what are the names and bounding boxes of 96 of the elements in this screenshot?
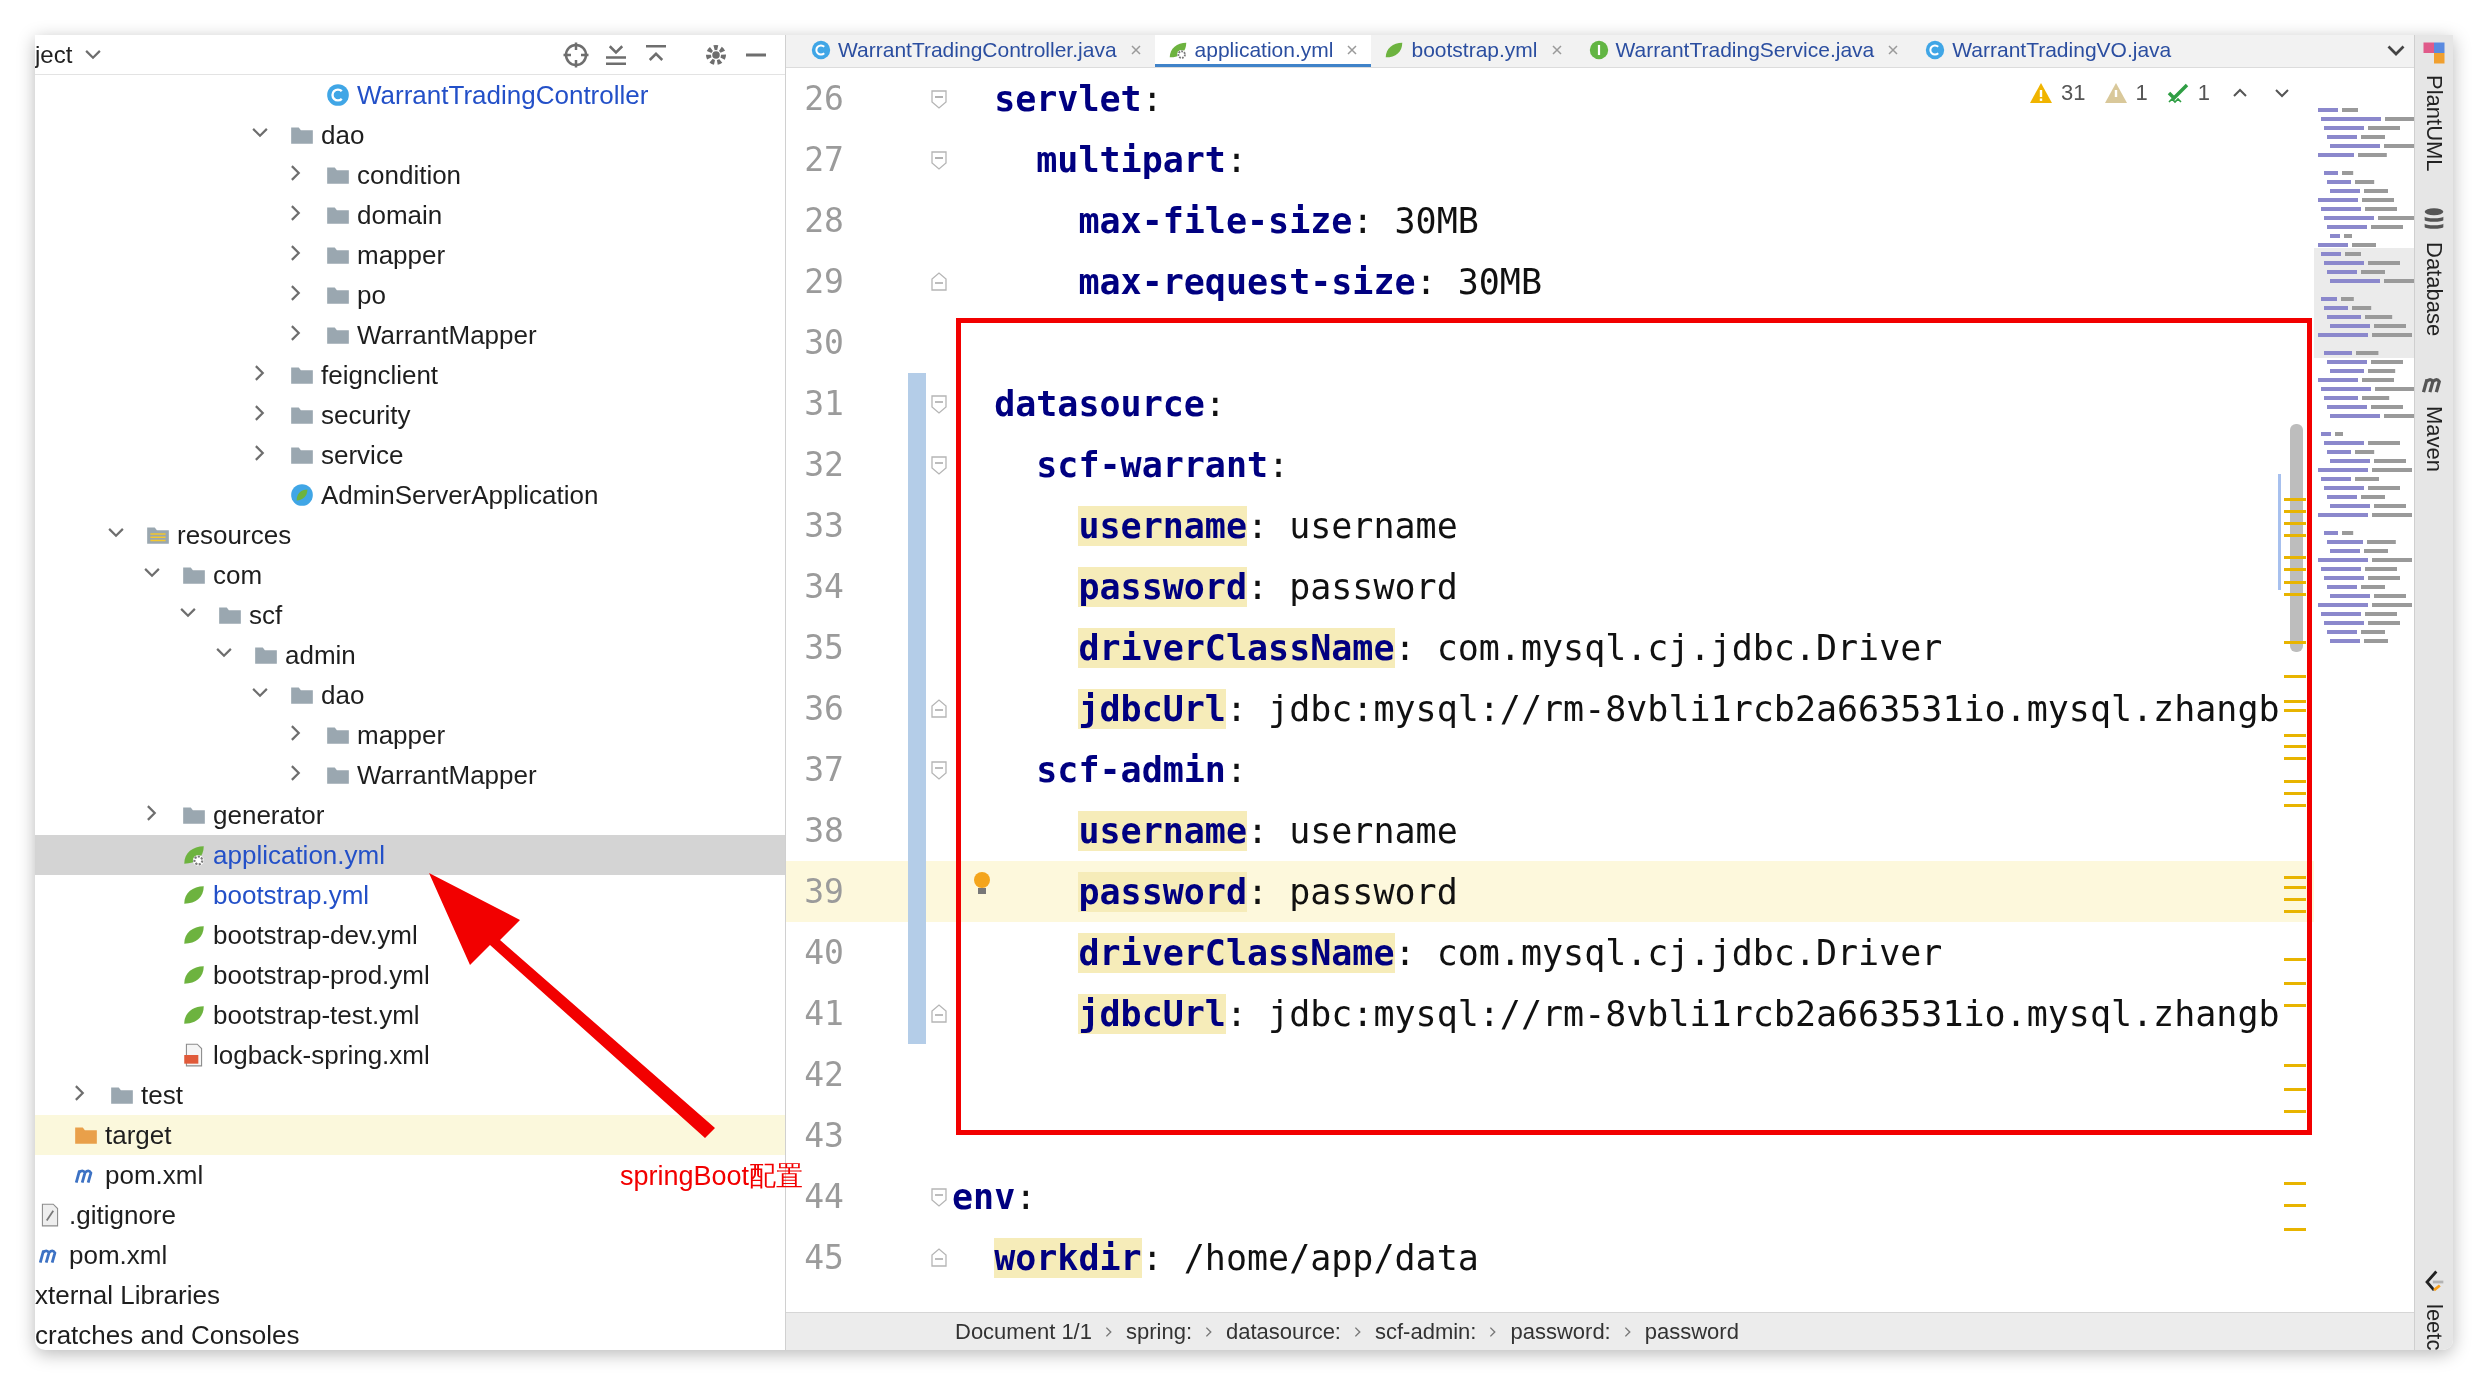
line-number: 28	[803, 201, 845, 240]
line-number: 44	[803, 1177, 845, 1216]
code-line: servlet:	[994, 78, 1163, 119]
tree-item[interactable]: condition	[35, 155, 470, 195]
weak-warning-count: 1	[2135, 80, 2148, 106]
code-line: jdbcUrl: jdbc:mysql://rm-8vbli1rcb2a663531io.mysql.zhangb	[1078, 993, 2280, 1034]
class-icon	[810, 38, 832, 61]
tree-item[interactable]: AdminServerApplication	[35, 475, 607, 515]
line-number: 38	[803, 811, 845, 850]
tree-item[interactable]: application.yml	[35, 835, 785, 875]
code-line: scf-warrant:	[1036, 444, 1290, 485]
tree-item[interactable]: mapper	[35, 715, 454, 755]
line-number: 43	[803, 1116, 845, 1155]
breadcrumb[interactable]: datasource:	[1226, 1318, 1341, 1345]
code-line: driverClassName: com.mysql.cj.jdbc.Driver	[1078, 627, 1943, 668]
tool-window-button[interactable]: Database	[2421, 241, 2447, 336]
code-line: scf-admin:	[1036, 749, 1247, 790]
tree-item[interactable]: security	[35, 395, 419, 435]
breadcrumb[interactable]: password	[1644, 1318, 1739, 1345]
tree-item[interactable]: bootstrap.yml	[35, 875, 378, 915]
line-number: 41	[803, 994, 845, 1033]
app-icon	[289, 482, 315, 508]
tree-item[interactable]: test	[35, 1075, 191, 1115]
tree-item[interactable]: pom.xml	[35, 1155, 212, 1195]
tree-item[interactable]: domain	[35, 195, 451, 235]
line-number: 39	[803, 872, 845, 911]
tree-item[interactable]: feignclient	[35, 355, 447, 395]
tree-item[interactable]: WarrantMapper	[35, 755, 545, 795]
tree-item[interactable]: xternal Libraries	[35, 1275, 228, 1315]
tree-item[interactable]: po	[35, 275, 394, 315]
tree-item[interactable]: scf	[35, 595, 291, 635]
tree-item[interactable]: com	[35, 555, 271, 595]
code-line: password: password	[1078, 871, 1458, 912]
tree-item[interactable]: pom.xml	[35, 1235, 176, 1275]
tree-item[interactable]: WarrantTradingController	[35, 75, 657, 115]
code-line: password: password	[1078, 566, 1458, 607]
line-number: 29	[803, 262, 845, 301]
tree-item[interactable]: bootstrap-prod.yml	[35, 955, 438, 995]
class-icon	[325, 82, 351, 108]
tool-window-button[interactable]: PlantUML	[2421, 75, 2447, 172]
tree-item[interactable]: cratches and Consoles	[35, 1315, 308, 1350]
tree-item[interactable]: target	[35, 1115, 785, 1155]
tree-item[interactable]: bootstrap-test.yml	[35, 995, 428, 1035]
breadcrumb[interactable]: password:	[1510, 1318, 1611, 1345]
editor-tab[interactable]: bootstrap.yml	[1371, 35, 1576, 67]
editor-tab[interactable]: WarrantTradingController.java	[798, 35, 1155, 67]
line-number: 37	[803, 750, 845, 789]
code-line: username: username	[1078, 505, 1458, 546]
tool-window-button[interactable]: leetc	[2421, 1303, 2447, 1350]
typo-count: 1	[2197, 80, 2210, 106]
line-number: 26	[803, 79, 845, 118]
line-number: 31	[803, 384, 845, 423]
line-number: 35	[803, 628, 845, 667]
line-number: 45	[803, 1238, 845, 1277]
tree-item[interactable]: .gitignore	[35, 1195, 184, 1235]
code-line: driverClassName: com.mysql.cj.jdbc.Driver	[1078, 932, 1943, 973]
editor-tab[interactable]: WarrantTradingService.java	[1575, 35, 1913, 67]
line-number: 30	[803, 323, 845, 362]
breadcrumb[interactable]: spring:	[1125, 1318, 1192, 1345]
panel-title[interactable]: ject	[35, 40, 73, 69]
line-number: 40	[803, 933, 845, 972]
tree-item[interactable]: mapper	[35, 235, 454, 275]
line-number: 34	[803, 567, 845, 606]
tree-item[interactable]: generator	[35, 795, 333, 835]
warning-count: 31	[2061, 80, 2086, 106]
tree-item[interactable]: resources	[35, 515, 300, 555]
tree-item[interactable]: dao	[35, 675, 373, 715]
interface-icon	[1587, 38, 1610, 61]
code-line: username: username	[1078, 810, 1458, 851]
tree-item[interactable]: dao	[35, 115, 373, 155]
code-line: max-file-size: 30MB	[1078, 200, 1479, 241]
line-number: 33	[803, 506, 845, 545]
code-line: env:	[952, 1176, 1037, 1217]
tree-item[interactable]: WarrantMapper	[35, 315, 545, 355]
code-line: workdir: /home/app/data	[994, 1237, 1479, 1278]
tree-item[interactable]: logback-spring.xml	[35, 1035, 438, 1075]
tree-item[interactable]: bootstrap-dev.yml	[35, 915, 426, 955]
status-text: Document 1/1	[955, 1318, 1092, 1345]
editor-tab[interactable]: WarrantTradingVO.java	[1912, 35, 2184, 67]
code-line: multipart:	[1036, 139, 1247, 180]
close-icon[interactable]	[1345, 42, 1360, 57]
code-line: jdbcUrl: jdbc:mysql://rm-8vbli1rcb2a663531io.mysql.zhangb	[1078, 688, 2280, 729]
code-line: max-request-size: 30MB	[1078, 261, 1542, 302]
tool-window-button[interactable]: Maven	[2421, 405, 2447, 472]
breadcrumb[interactable]: scf-admin:	[1375, 1318, 1477, 1345]
check-icon[interactable]	[2165, 81, 2190, 105]
line-number: 42	[803, 1055, 845, 1094]
line-number: 32	[803, 445, 845, 484]
code-line: datasource:	[994, 383, 1226, 424]
line-number: 36	[803, 689, 845, 728]
editor-tab[interactable]: application.yml	[1154, 35, 1372, 67]
tree-item[interactable]: admin	[35, 635, 364, 675]
tree-item[interactable]: service	[35, 435, 412, 475]
annotation-label: springBoot配置	[620, 1160, 804, 1193]
class-icon	[1924, 38, 1947, 61]
line-number: 27	[803, 140, 845, 179]
